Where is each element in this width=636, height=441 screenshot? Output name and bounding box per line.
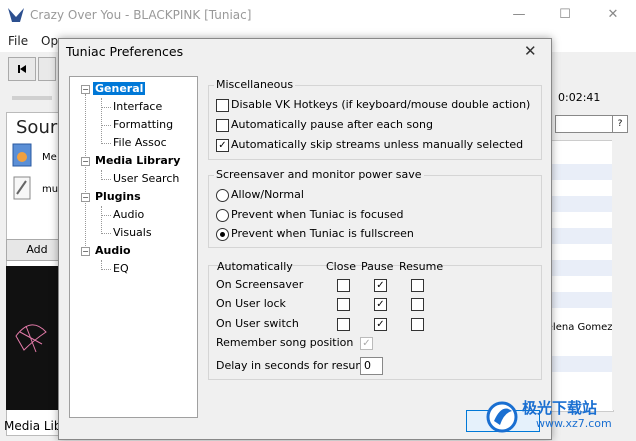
- auto-group-title: Automatically: [217, 260, 293, 273]
- tree-item-interface[interactable]: Interface: [113, 100, 162, 113]
- prevent-focused-label: Prevent when Tuniac is focused: [231, 208, 404, 221]
- auto-pause-label: Automatically pause after each song: [231, 118, 433, 131]
- collapse-toggle-media-library[interactable]: −: [81, 157, 90, 166]
- list-artist-cell: lelena Gomez: [544, 322, 613, 333]
- tree-item-formatting[interactable]: Formatting: [113, 118, 173, 131]
- row-screensaver-label: On Screensaver: [216, 278, 304, 291]
- userlock-resume-checkbox[interactable]: [411, 298, 424, 311]
- tree-line: [101, 125, 111, 126]
- row-userswitch-label: On User switch: [216, 317, 299, 330]
- maximize-button[interactable]: ☐: [542, 0, 588, 30]
- disable-vk-label: Disable VK Hotkeys (if keyboard/mouse do…: [231, 98, 531, 111]
- tree-item-eq[interactable]: EQ: [113, 262, 129, 275]
- collapse-toggle-audio[interactable]: −: [81, 247, 90, 256]
- col-pause-header: Pause: [361, 260, 394, 273]
- tree-item-audio[interactable]: Audio: [95, 244, 131, 257]
- userswitch-resume-checkbox[interactable]: [411, 318, 424, 331]
- screensaver-resume-checkbox[interactable]: [411, 279, 424, 292]
- watermark-text: 极光下载站: [522, 399, 598, 417]
- seek-bar[interactable]: [12, 96, 52, 100]
- skip-back-icon: [18, 65, 26, 73]
- collapse-toggle-general[interactable]: −: [81, 85, 90, 94]
- tuniac-app-icon: [8, 8, 24, 22]
- tree-line: [101, 233, 111, 234]
- watermark-url: www.xz7.com: [536, 417, 612, 430]
- previous-button[interactable]: [8, 57, 36, 81]
- tree-line: [101, 143, 111, 144]
- prevent-fullscreen-label: Prevent when Tuniac is fullscreen: [231, 227, 414, 240]
- tree-item-media-library[interactable]: Media Library: [95, 154, 180, 167]
- tree-line: [101, 215, 111, 216]
- userswitch-pause-checkbox[interactable]: ✓: [374, 318, 387, 331]
- source-item-media[interactable]: Me: [42, 152, 57, 163]
- play-button[interactable]: [38, 57, 56, 81]
- prevent-fullscreen-radio[interactable]: [216, 228, 229, 241]
- userlock-pause-checkbox[interactable]: ✓: [374, 298, 387, 311]
- misc-group-title: Miscellaneous: [214, 78, 296, 91]
- remember-position-checkbox[interactable]: ✓: [360, 337, 373, 350]
- music-library-icon: [12, 143, 32, 167]
- tree-item-audio-plugin[interactable]: Audio: [113, 208, 144, 221]
- tree-item-plugins[interactable]: Plugins: [95, 190, 141, 203]
- remember-position-label: Remember song position: [216, 336, 354, 349]
- col-resume-header: Resume: [399, 260, 444, 273]
- screensaver-close-checkbox[interactable]: [337, 279, 350, 292]
- userswitch-close-checkbox[interactable]: [337, 318, 350, 331]
- album-art: [6, 266, 66, 410]
- menu-file[interactable]: File: [8, 34, 28, 48]
- prevent-focused-radio[interactable]: [216, 209, 229, 222]
- tree-line: [85, 94, 86, 250]
- screensaver-pause-checkbox[interactable]: ✓: [374, 279, 387, 292]
- album-art-image: [15, 324, 47, 353]
- row-userlock-label: On User lock: [216, 297, 286, 310]
- auto-skip-checkbox[interactable]: ✓: [216, 139, 229, 152]
- auto-skip-label: Automatically skip streams unless manual…: [231, 138, 524, 151]
- time-display: 0:02:41: [558, 91, 601, 104]
- col-close-header: Close: [326, 260, 356, 273]
- watermark: 极光下载站 www.xz7.com: [484, 395, 634, 438]
- power-group-title: Screensaver and monitor power save: [214, 168, 424, 181]
- tree-item-user-search[interactable]: User Search: [113, 172, 179, 185]
- minimize-button[interactable]: —: [496, 0, 542, 30]
- search-input[interactable]: [555, 115, 613, 133]
- collapse-toggle-plugins[interactable]: −: [81, 193, 90, 202]
- delay-input[interactable]: 0: [360, 357, 383, 375]
- allow-normal-radio[interactable]: [216, 189, 229, 202]
- tree-line: [101, 269, 111, 270]
- tree-line: [101, 107, 111, 108]
- tree-item-file-assoc[interactable]: File Assoc: [113, 136, 167, 149]
- playlist-icon: [13, 176, 31, 200]
- tree-item-general[interactable]: General: [93, 82, 146, 95]
- dialog-title: Tuniac Preferences: [66, 44, 184, 59]
- tree-item-visuals[interactable]: Visuals: [113, 226, 152, 239]
- status-label: Media Lib: [4, 419, 62, 433]
- search-button[interactable]: ?: [612, 115, 628, 133]
- tree-line: [101, 179, 111, 180]
- userlock-close-checkbox[interactable]: [337, 298, 350, 311]
- tree-line: [101, 260, 102, 268]
- auto-pause-checkbox[interactable]: [216, 119, 229, 132]
- allow-normal-label: Allow/Normal: [231, 188, 304, 201]
- list-scrollbar[interactable]: [612, 140, 628, 410]
- dialog-close-button[interactable]: ✕: [524, 42, 537, 60]
- main-close-button[interactable]: ✕: [590, 0, 636, 30]
- tree-line: [101, 98, 102, 142]
- delay-label: Delay in seconds for resume: [216, 359, 373, 372]
- disable-vk-checkbox[interactable]: [216, 99, 229, 112]
- main-window-title: Crazy Over You - BLACKPINK [Tuniac]: [30, 8, 252, 22]
- sources-heading: Sour: [16, 117, 58, 138]
- menu-options[interactable]: Op: [41, 34, 58, 48]
- tree-line: [101, 206, 102, 232]
- tree-line: [101, 170, 102, 178]
